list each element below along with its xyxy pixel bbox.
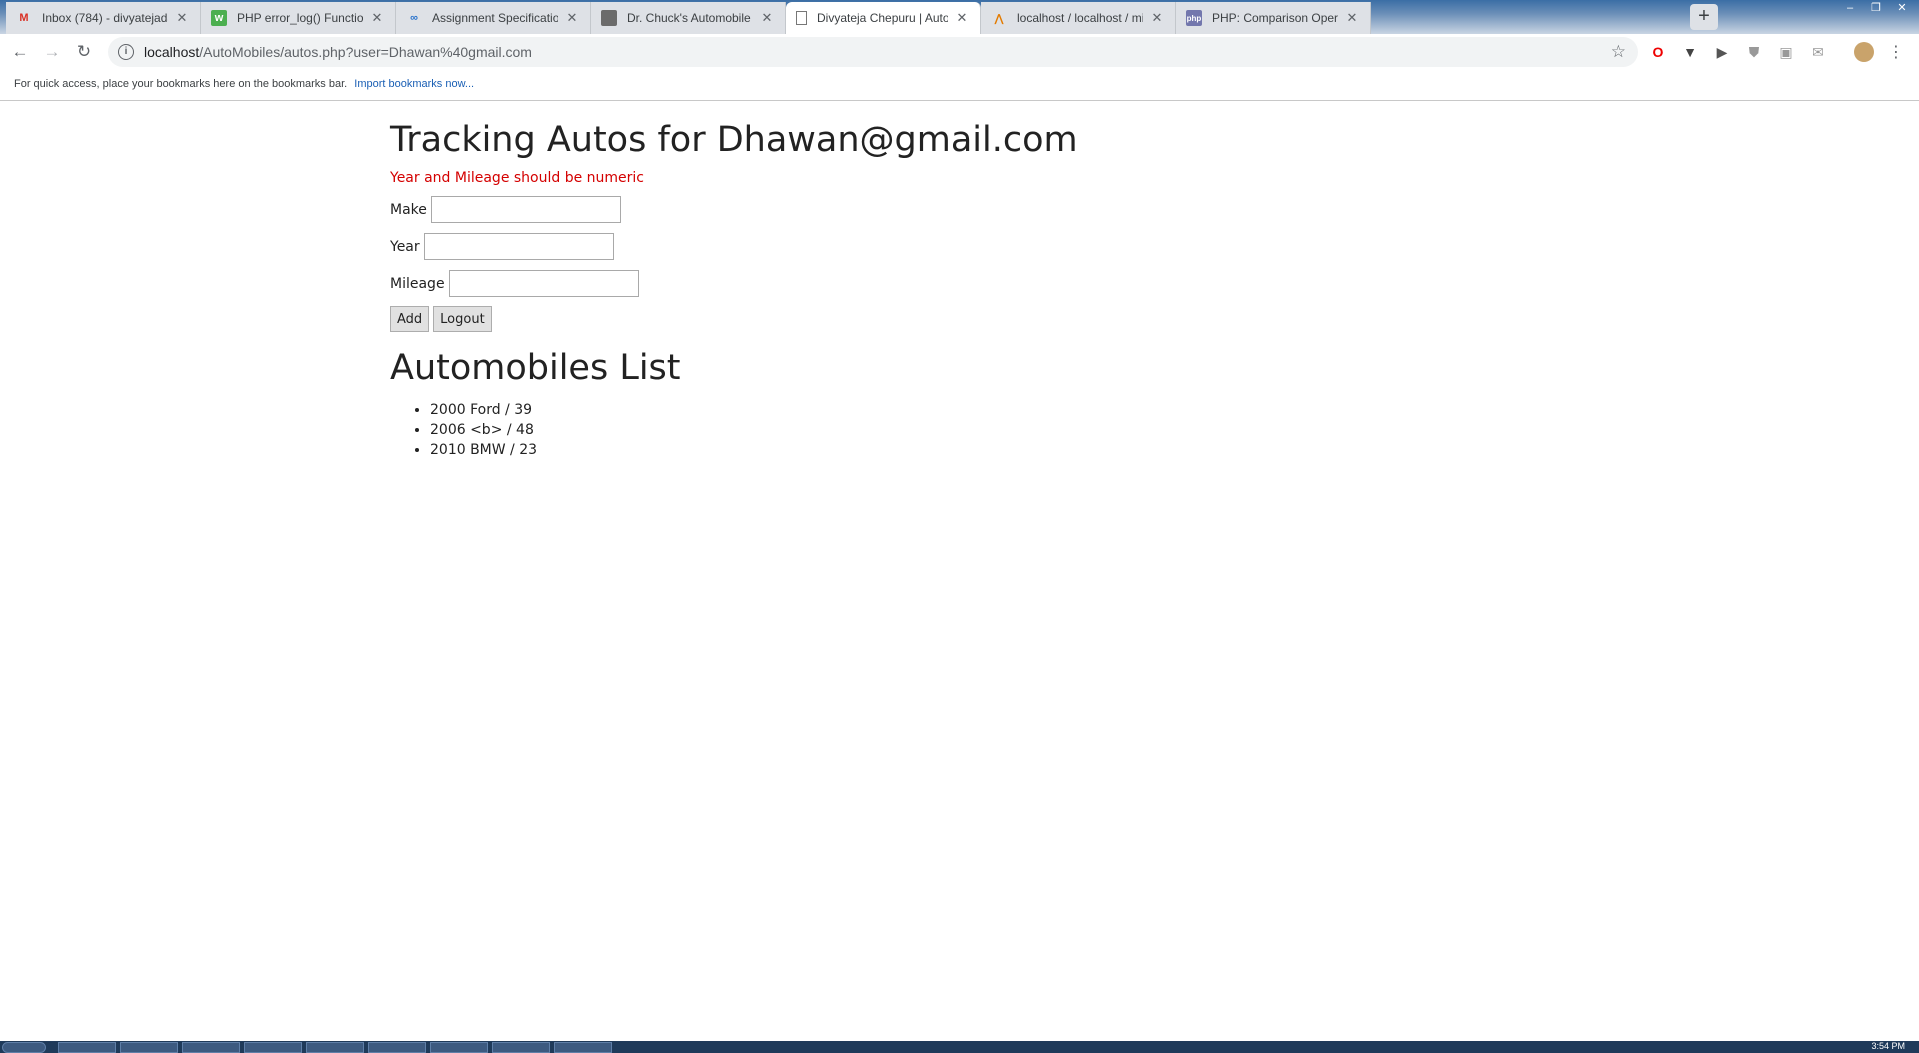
browser-toolbar: ← → ↻ i localhost/AutoMobiles/autos.php?… — [0, 34, 1919, 70]
taskbar-item[interactable] — [368, 1042, 426, 1053]
back-button[interactable]: ← — [8, 40, 32, 64]
address-bar[interactable]: i localhost/AutoMobiles/autos.php?user=D… — [108, 37, 1638, 67]
save-icon[interactable]: ▣ — [1776, 42, 1796, 62]
windows-taskbar: 3:54 PM — [0, 1041, 1919, 1053]
tab-title: Divyateja Chepuru | Autos — [817, 11, 948, 25]
tab-title: localhost / localhost / misc / autos — [1017, 11, 1143, 25]
info-icon[interactable]: i — [118, 44, 134, 60]
list-item: 2000 Ford / 39 — [430, 400, 1490, 420]
forward-button[interactable]: → — [40, 40, 64, 64]
url-path: /AutoMobiles/autos.php?user=Dhawan%40gma… — [199, 44, 532, 60]
close-icon[interactable]: ✕ — [1344, 10, 1360, 26]
taskbar-item[interactable] — [182, 1042, 240, 1053]
close-window-button[interactable]: ✕ — [1891, 1, 1913, 15]
automobiles-list: 2000 Ford / 39 2006 <b> / 48 2010 BMW / … — [430, 400, 1490, 460]
taskbar-item[interactable] — [120, 1042, 178, 1053]
logout-button[interactable]: Logout — [433, 306, 492, 332]
close-icon[interactable]: ✕ — [369, 10, 385, 26]
new-tab-button[interactable]: + — [1690, 4, 1718, 30]
pocket-icon[interactable]: ▼ — [1680, 42, 1700, 62]
gmail-icon: M — [19, 12, 29, 24]
add-auto-form: Make Year Mileage Add Logout — [390, 196, 1490, 332]
autos-page: Tracking Autos for Dhawan@gmail.com Year… — [390, 116, 1490, 460]
tab-title: PHP error_log() Function — [237, 11, 363, 25]
taskbar-item[interactable] — [492, 1042, 550, 1053]
shield-icon[interactable]: ⛊ — [1744, 42, 1764, 62]
automobiles-list-heading: Automobiles List — [390, 348, 681, 388]
close-icon[interactable]: ✕ — [1149, 10, 1165, 26]
add-button[interactable]: Add — [390, 306, 430, 332]
start-button[interactable] — [2, 1042, 46, 1053]
tab-title: PHP: Comparison Operators - Manual — [1212, 11, 1338, 25]
taskbar-item[interactable] — [58, 1042, 116, 1053]
tab-title: Assignment Specification: Autos Database — [432, 11, 558, 25]
tab-assignment-spec[interactable]: ∞ Assignment Specification: Autos Databa… — [396, 2, 591, 34]
make-input[interactable] — [430, 196, 621, 223]
tab-gmail-inbox[interactable]: M Inbox (784) - divyatejadanny@gmail.com… — [6, 2, 201, 34]
taskbar-item[interactable] — [554, 1042, 612, 1053]
tab-title: Dr. Chuck's Automobile Tracker — [627, 11, 753, 25]
close-icon[interactable]: ✕ — [174, 10, 190, 26]
youtube-icon[interactable]: ▶ — [1712, 42, 1732, 62]
browser-chrome: M Inbox (784) - divyatejadanny@gmail.com… — [0, 0, 1919, 101]
year-row: Year — [390, 233, 1490, 260]
window-controls: – ❐ ✕ — [1839, 1, 1913, 15]
import-bookmarks-link[interactable]: Import bookmarks now... — [354, 78, 474, 90]
taskbar-item[interactable] — [306, 1042, 364, 1053]
make-row: Make — [390, 196, 1490, 223]
extensions-area: O ▼ ▶ ⛊ ▣ ✉ ⋮ — [1648, 42, 1906, 62]
inbox-icon[interactable]: ✉ — [1808, 42, 1828, 62]
w3schools-icon: w — [211, 10, 227, 26]
tab-php-manual[interactable]: php PHP: Comparison Operators - Manual ✕ — [1176, 2, 1371, 34]
taskbar-item[interactable] — [430, 1042, 488, 1053]
tab-autos-active[interactable]: Divyateja Chepuru | Autos ✕ — [786, 2, 981, 34]
phpmyadmin-icon: ⋀ — [994, 12, 1004, 25]
profile-avatar[interactable] — [1854, 42, 1874, 62]
php-icon: php — [1186, 10, 1202, 26]
close-icon[interactable]: ✕ — [564, 10, 580, 26]
form-buttons: Add Logout — [390, 306, 1490, 332]
mileage-input[interactable] — [448, 270, 639, 297]
year-label: Year — [390, 238, 420, 255]
tab-php-error-log[interactable]: w PHP error_log() Function ✕ — [201, 2, 396, 34]
error-message: Year and Mileage should be numeric — [390, 170, 645, 186]
drchuck-icon — [601, 10, 617, 26]
list-item: 2006 <b> / 48 — [430, 420, 1490, 440]
mileage-row: Mileage — [390, 270, 1490, 297]
opera-icon[interactable]: O — [1648, 42, 1668, 62]
coursera-icon: ∞ — [410, 12, 418, 24]
tab-phpmyadmin[interactable]: ⋀ localhost / localhost / misc / autos ✕ — [981, 2, 1176, 34]
tab-strip: M Inbox (784) - divyatejadanny@gmail.com… — [0, 0, 1919, 34]
page-icon — [796, 11, 807, 25]
minimize-button[interactable]: – — [1839, 1, 1861, 15]
page-content: Tracking Autos for Dhawan@gmail.com Year… — [0, 101, 1919, 1041]
bookmark-star-icon[interactable]: ☆ — [1611, 42, 1626, 62]
page-title: Tracking Autos for Dhawan@gmail.com — [390, 120, 1078, 160]
menu-icon[interactable]: ⋮ — [1886, 42, 1906, 62]
close-icon[interactable]: ✕ — [759, 10, 775, 26]
mileage-label: Mileage — [390, 275, 445, 292]
tab-title: Inbox (784) - divyatejadanny@gmail.com — [42, 11, 168, 25]
tab-automobile-tracker[interactable]: Dr. Chuck's Automobile Tracker ✕ — [591, 2, 786, 34]
restore-button[interactable]: ❐ — [1865, 1, 1887, 15]
bookmarks-hint: For quick access, place your bookmarks h… — [14, 78, 348, 90]
url-host: localhost — [144, 44, 200, 60]
reload-button[interactable]: ↻ — [72, 40, 96, 64]
year-input[interactable] — [423, 233, 614, 260]
taskbar-item[interactable] — [244, 1042, 302, 1053]
taskbar-clock: 3:54 PM — [1871, 1041, 1905, 1051]
bookmarks-bar: For quick access, place your bookmarks h… — [0, 70, 1919, 101]
list-item: 2010 BMW / 23 — [430, 440, 1490, 460]
make-label: Make — [390, 201, 427, 218]
close-icon[interactable]: ✕ — [954, 10, 970, 26]
